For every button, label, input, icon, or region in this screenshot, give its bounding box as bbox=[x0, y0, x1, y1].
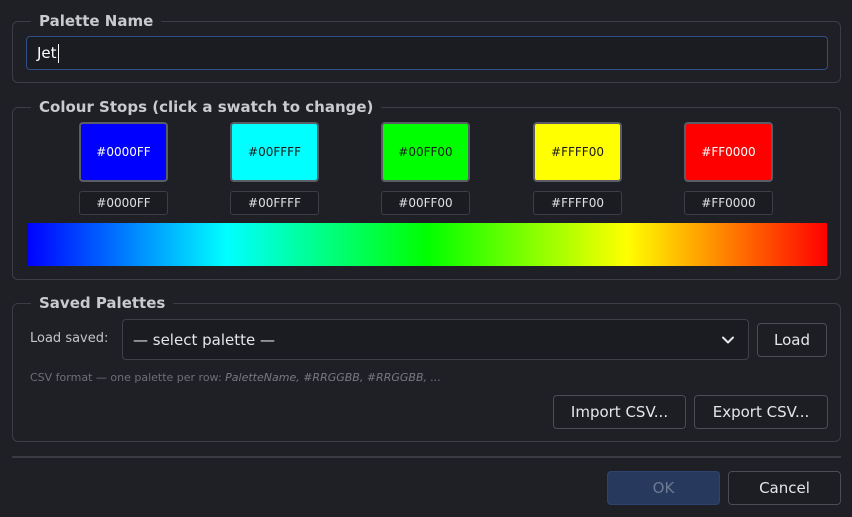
colour-swatch-3[interactable]: #00FF00 bbox=[381, 122, 470, 182]
hex-field-4[interactable]: #FFFF00 bbox=[533, 191, 622, 215]
csv-hint-format: PaletteName, #RRGGBB, #RRGGBB, ... bbox=[225, 371, 441, 384]
chevron-down-icon bbox=[722, 336, 734, 344]
colour-stop-5: #FF0000 #FF0000 bbox=[684, 122, 774, 215]
palette-select-value: — select palette — bbox=[133, 330, 275, 349]
saved-palettes-title: Saved Palettes bbox=[31, 293, 174, 313]
palette-name-input[interactable]: Jet bbox=[26, 36, 828, 70]
colour-swatch-2[interactable]: #00FFFF bbox=[230, 122, 319, 182]
footer-divider bbox=[12, 456, 841, 458]
ok-button[interactable]: OK bbox=[607, 471, 720, 505]
csv-format-hint: CSV format — one palette per row: Palett… bbox=[30, 371, 441, 384]
import-csv-button[interactable]: Import CSV... bbox=[553, 395, 686, 429]
palette-name-title: Palette Name bbox=[31, 11, 162, 31]
colour-stop-1: #0000FF #0000FF bbox=[79, 122, 169, 215]
palette-name-value: Jet bbox=[37, 44, 57, 62]
colour-stops-title: Colour Stops (click a swatch to change) bbox=[31, 97, 382, 117]
colour-stop-2: #00FFFF #00FFFF bbox=[230, 122, 320, 215]
colour-swatch-5[interactable]: #FF0000 bbox=[684, 122, 773, 182]
colour-swatch-1[interactable]: #0000FF bbox=[79, 122, 168, 182]
hex-field-5[interactable]: #FF0000 bbox=[684, 191, 773, 215]
text-caret bbox=[57, 43, 59, 63]
hex-field-2[interactable]: #00FFFF bbox=[230, 191, 319, 215]
palette-select[interactable]: — select palette — bbox=[122, 319, 749, 360]
export-csv-button[interactable]: Export CSV... bbox=[694, 395, 828, 429]
load-button[interactable]: Load bbox=[757, 323, 827, 357]
hex-field-3[interactable]: #00FF00 bbox=[381, 191, 470, 215]
colour-swatch-4[interactable]: #FFFF00 bbox=[533, 122, 622, 182]
hex-field-1[interactable]: #0000FF bbox=[79, 191, 168, 215]
colour-stop-4: #FFFF00 #FFFF00 bbox=[533, 122, 623, 215]
colour-stop-3: #00FF00 #00FF00 bbox=[381, 122, 471, 215]
csv-hint-text: CSV format — one palette per row: bbox=[30, 371, 226, 384]
cancel-button[interactable]: Cancel bbox=[728, 471, 841, 505]
gradient-preview bbox=[27, 223, 827, 266]
load-saved-label: Load saved: bbox=[30, 331, 109, 346]
